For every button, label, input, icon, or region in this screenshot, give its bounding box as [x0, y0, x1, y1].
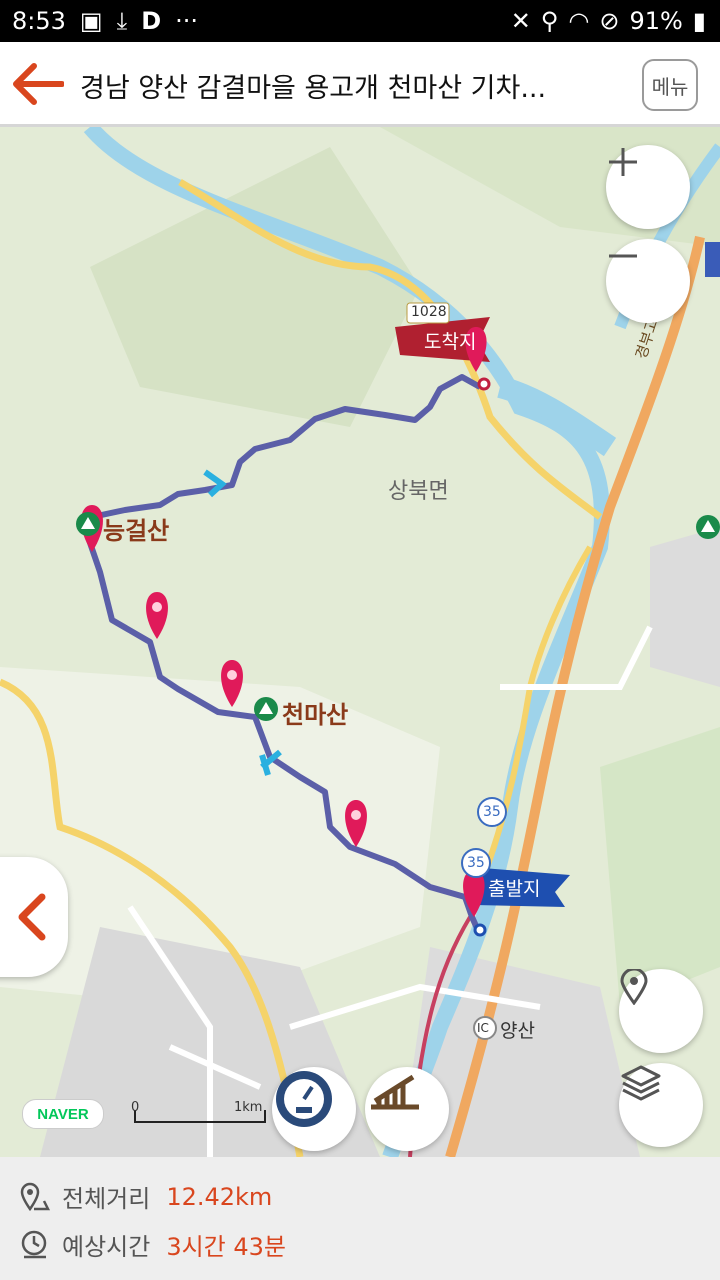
- route-summary: 전체거리 12.42km 예상시간 3시간 43분: [0, 1157, 720, 1280]
- elevation-profile-button[interactable]: [365, 1067, 449, 1151]
- time-label: 예상시간: [62, 1233, 151, 1261]
- mountain-peak-icon: [696, 515, 720, 539]
- naver-logo: NAVER: [22, 1099, 104, 1129]
- dnd-icon: ⊘: [599, 7, 620, 35]
- elevation-icon: [371, 1074, 419, 1110]
- distance-label: 전체거리: [62, 1185, 151, 1213]
- town-label: 상북면: [388, 479, 449, 504]
- peak-label-neunggeolsan: 능걸산: [103, 517, 170, 545]
- status-bar: 8:53 ▣ ⤓ D ··· ✕ ⚲ ◠ ⊘ 91% ▮: [0, 0, 720, 42]
- speed-gauge-button[interactable]: [272, 1067, 356, 1151]
- app-d-icon: D: [141, 7, 162, 35]
- chevron-left-icon: [18, 893, 46, 941]
- plus-icon: [609, 148, 637, 176]
- battery-icon: ▮: [692, 7, 706, 35]
- map-view[interactable]: 도착지 출발지 능걸산 천마산 상북면 양산 IC 1028 35 35 경부고…: [0, 127, 720, 1157]
- zoom-out-button[interactable]: [606, 239, 690, 323]
- location-icon: ⚲: [540, 7, 559, 35]
- departure-label: 출발지: [488, 878, 541, 900]
- layers-icon: [621, 1065, 661, 1101]
- clock: 8:53: [12, 7, 66, 35]
- menu-button[interactable]: 메뉴: [642, 59, 698, 111]
- my-location-button[interactable]: [619, 969, 703, 1053]
- page-title: 경남 양산 감결마을 용고개 천마산 기차...: [80, 73, 547, 104]
- road-35-label-b: 35: [467, 855, 485, 871]
- road-1028-label: 1028: [411, 304, 447, 320]
- time-row: 예상시간 3시간 43분: [20, 1227, 286, 1262]
- ic-badge-text: IC: [477, 1021, 489, 1035]
- scale-1km: 1km: [234, 1100, 263, 1115]
- back-arrow-icon[interactable]: [12, 62, 65, 106]
- peak-label-cheonmasan: 천마산: [282, 701, 349, 729]
- wifi-icon: ◠: [568, 7, 590, 35]
- scale-zero: 0: [131, 1100, 140, 1115]
- download-icon: ⤓: [116, 7, 128, 35]
- distance-value: 12.42km: [166, 1182, 273, 1211]
- gallery-icon: ▣: [79, 7, 103, 35]
- town-area: [650, 527, 720, 687]
- location-pin-icon: [620, 969, 648, 1005]
- gauge-icon: [276, 1071, 332, 1127]
- ic-label: 양산: [500, 1020, 535, 1042]
- minus-icon: [609, 254, 637, 258]
- zoom-in-button[interactable]: [606, 145, 690, 229]
- vibrate-icon: ✕: [510, 7, 531, 35]
- mountain-peak-icon: [254, 697, 278, 721]
- more-notifications: ···: [175, 7, 199, 35]
- battery-percent: 91%: [629, 7, 683, 35]
- app-bar: 경남 양산 감결마을 용고개 천마산 기차... 메뉴: [0, 42, 720, 127]
- forest-area: [600, 727, 720, 1007]
- arrival-label: 도착지: [424, 331, 477, 353]
- map-layers-button[interactable]: [619, 1063, 703, 1147]
- mountain-peak-icon: [76, 512, 100, 536]
- time-value: 3시간 43분: [166, 1233, 287, 1261]
- side-panel-toggle-button[interactable]: [0, 857, 68, 977]
- expressway-shield: [705, 242, 720, 277]
- route-distance-icon: [20, 1182, 51, 1211]
- road-35-label: 35: [483, 804, 501, 820]
- distance-row: 전체거리 12.42km: [20, 1179, 272, 1214]
- clock-walk-icon: [21, 1230, 47, 1258]
